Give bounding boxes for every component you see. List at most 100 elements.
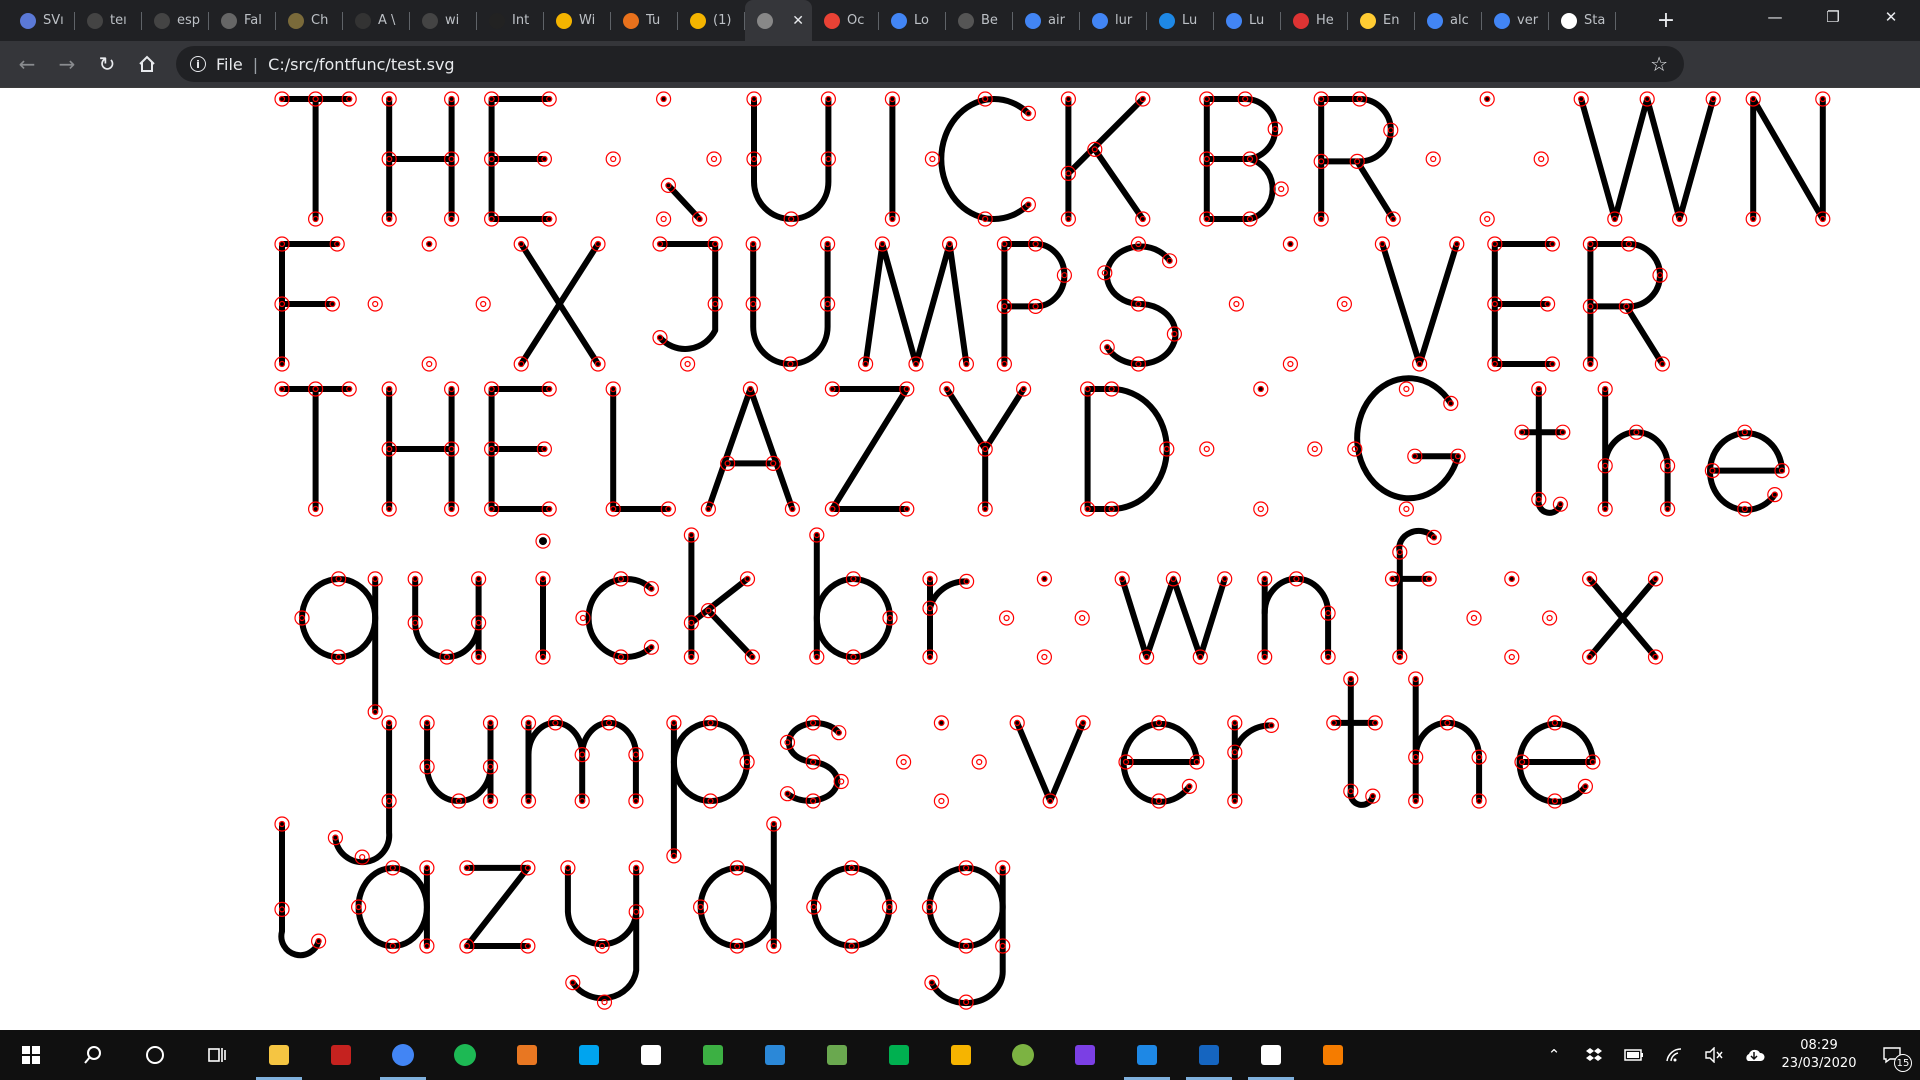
new-tab-button[interactable]: + [1648,0,1684,41]
wifi-icon[interactable] [1654,1030,1694,1080]
dropbox-icon[interactable] [1574,1030,1614,1080]
battery-icon[interactable] [1614,1030,1654,1080]
taskbar-file-explorer-button[interactable] [248,1030,310,1080]
taskbar-visual-studio-button[interactable] [1054,1030,1116,1080]
taskbar-link-app-button[interactable] [868,1030,930,1080]
node-inner-marker [1287,360,1294,368]
taskbar-photos-button[interactable] [1240,1030,1302,1080]
address-separator: | [252,54,259,74]
taskbar-gmail-button[interactable] [310,1030,372,1080]
tab-4[interactable]: Ch [276,0,343,41]
tab-9[interactable]: Tu [611,0,678,41]
tab-title: alc [1450,13,1469,28]
address-bar[interactable]: i File | C:/src/fontfunc/test.svg ☆ [176,46,1684,82]
tab-title: wi [445,13,460,28]
glyph-stroke [829,386,910,512]
tab-15[interactable]: air [1013,0,1080,41]
windows-icon [22,1046,40,1064]
node-marker [1253,501,1269,517]
tab-3[interactable]: Fal [209,0,276,41]
pinwheel-icon [824,12,840,29]
node-marker [421,356,437,372]
minimize-button[interactable]: — [1746,0,1804,34]
home-button[interactable] [127,46,167,82]
glyph-stroke [1623,303,1666,367]
taskbar-fontforge-button[interactable] [496,1030,558,1080]
tab-17[interactable]: Lu [1147,0,1214,41]
google-icon [1494,12,1510,29]
task-view-icon [208,1048,226,1062]
tab-20[interactable]: En [1348,0,1415,41]
glyph-stroke [688,575,751,626]
node-marker [1336,296,1353,312]
close-window-button[interactable]: ✕ [1862,0,1920,34]
node-inner-marker [1341,300,1348,308]
tab-list: SVı teı esp Fal Ch A \ wi Int Wi Tu (1) ✕ Oc Lo Be air l… [0,0,1616,41]
start-button[interactable] [0,1030,62,1080]
taskbar-c-app-button[interactable] [558,1030,620,1080]
volume-muted-icon[interactable] [1694,1030,1734,1080]
search-button[interactable] [62,1030,124,1080]
forward-button[interactable]: → [47,46,87,82]
tab-11[interactable]: ✕ [745,0,812,41]
glyph-stroke [610,386,672,512]
book-icon [1360,12,1376,29]
tab-22[interactable]: ver [1482,0,1549,41]
github-icon [87,12,103,29]
taskbar-devops-button[interactable] [1178,1030,1240,1080]
tab-2[interactable]: esp [142,0,209,41]
reload-button[interactable]: ↻ [87,46,127,82]
tab-0[interactable]: SVı [8,0,75,41]
visual-studio-icon [1075,1045,1095,1065]
spotify-icon [454,1044,476,1066]
tab-8[interactable]: Wi [544,0,611,41]
c-app-icon [579,1045,599,1065]
tab-7[interactable]: Int [477,0,544,41]
tab-1[interactable]: teı [75,0,142,41]
taskbar-photo-editor-button[interactable] [806,1030,868,1080]
action-center-button[interactable]: 15 [1864,1030,1920,1080]
taskbar-vscode-button[interactable] [1116,1030,1178,1080]
node-marker [1307,441,1323,457]
tab-14[interactable]: Be [946,0,1013,41]
task-view-button[interactable] [186,1030,248,1080]
node-marker [605,151,621,167]
glyph-stroke [751,96,832,222]
tab-19[interactable]: He [1281,0,1348,41]
taskbar-terminal-button[interactable] [744,1030,806,1080]
tab-6[interactable]: wi [410,0,477,41]
tab-13[interactable]: Lo [879,0,946,41]
tab-5[interactable]: A \ [343,0,410,41]
bookmark-star-icon[interactable]: ☆ [1650,52,1668,76]
terminal-icon [765,1045,785,1065]
taskbar-blender-button[interactable] [1302,1030,1364,1080]
clock[interactable]: 08:29 23/03/2020 [1774,1037,1864,1073]
taskbar-lightbulb-button[interactable] [930,1030,992,1080]
taskbar-chrome-button[interactable] [372,1030,434,1080]
tab-10[interactable]: (1) [678,0,745,41]
tab-16[interactable]: lur [1080,0,1147,41]
taskbar-document-button[interactable] [620,1030,682,1080]
back-button[interactable]: ← [7,46,47,82]
tab-18[interactable]: Lu [1214,0,1281,41]
glyph-stroke [1084,386,1170,512]
restore-button[interactable]: ❐ [1804,0,1862,34]
g-icon [556,12,572,29]
glyph-stroke [463,864,531,949]
tab-12[interactable]: Oc [812,0,879,41]
tab-21[interactable]: alc [1415,0,1482,41]
close-tab-icon[interactable]: ✕ [792,13,804,29]
node-inner-marker [372,300,379,308]
taskbar-crossover-button[interactable] [682,1030,744,1080]
node-inner-marker [1538,155,1545,163]
node-inner-marker [480,300,487,308]
cortana-button[interactable] [124,1030,186,1080]
info-icon[interactable]: i [190,56,206,72]
devops-icon [1199,1045,1219,1065]
taskbar-globe-app-button[interactable] [992,1030,1054,1080]
tab-23[interactable]: Sta [1549,0,1616,41]
onedrive-icon[interactable] [1734,1030,1774,1080]
taskbar-spotify-button[interactable] [434,1030,496,1080]
show-hidden-icons-button[interactable]: ⌃ [1534,1030,1574,1080]
tab-title: lur [1115,13,1133,28]
